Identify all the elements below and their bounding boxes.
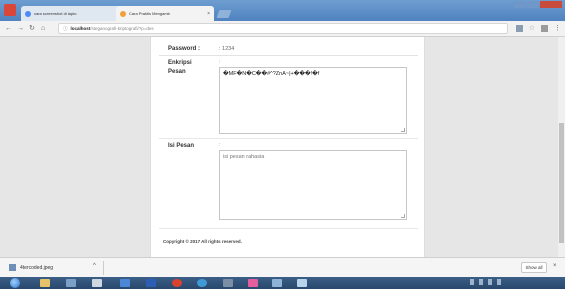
- scrollbar-thumb[interactable]: [559, 123, 564, 243]
- forward-arrow-icon[interactable]: →: [17, 24, 24, 33]
- home-icon[interactable]: ⌂: [41, 24, 45, 33]
- chrome-icon[interactable]: [197, 279, 207, 287]
- start-button-icon[interactable]: [10, 278, 20, 288]
- system-tray: [470, 279, 501, 285]
- extension-icon[interactable]: [515, 25, 523, 32]
- tab-close-icon[interactable]: ×: [207, 11, 210, 17]
- minimize-button[interactable]: [514, 1, 526, 8]
- download-options-icon[interactable]: ^: [93, 263, 96, 269]
- calculator-icon[interactable]: [92, 279, 102, 287]
- resize-handle-icon[interactable]: [401, 128, 405, 132]
- password-label: Password :: [168, 46, 201, 52]
- tab-screenshot[interactable]: cara screenshot di lapto ×: [21, 6, 124, 21]
- tab-title: Cara Praktis Mengamb: [129, 11, 170, 16]
- copyright-text: Copyright © 2017 All rights reserved.: [163, 239, 242, 244]
- encrypted-text: �MF�N�C��#^?ZnA~|+���!�f: [223, 71, 320, 77]
- network-icon[interactable]: [488, 279, 492, 285]
- password-row: Password : : 1234: [159, 40, 418, 56]
- isi-colon: :: [219, 142, 221, 148]
- maximize-button[interactable]: [527, 1, 539, 8]
- menu-dots-icon[interactable]: ⋮: [554, 25, 561, 32]
- enkripsi-colon: :: [219, 59, 221, 65]
- resize-handle-icon[interactable]: [401, 214, 405, 218]
- password-value: : 1234: [219, 46, 235, 52]
- message-textarea[interactable]: isi pesan rahasia: [219, 150, 407, 220]
- page-scrollbar[interactable]: [558, 37, 565, 257]
- browser-toolbar: ← → ↻ ⌂ ⓘ localhost/steganografi-kriptogr…: [0, 21, 565, 37]
- taskbar: [0, 277, 565, 289]
- divider: [159, 138, 418, 139]
- divider: [159, 228, 418, 229]
- enkripsi-label: Enkripsi Pesan: [168, 60, 192, 75]
- url-host: localhost: [70, 26, 91, 31]
- close-window-button[interactable]: [540, 1, 562, 8]
- divider: [103, 261, 104, 275]
- word-icon[interactable]: [146, 279, 156, 287]
- image-file-icon: [9, 264, 16, 271]
- app-icon[interactable]: [272, 279, 282, 287]
- tray-icon[interactable]: [470, 279, 474, 285]
- message-text: isi pesan rahasia: [223, 154, 265, 160]
- app-icon[interactable]: [223, 279, 233, 287]
- snipping-icon[interactable]: [297, 279, 307, 287]
- star-icon[interactable]: ☆: [529, 25, 535, 32]
- new-tab-button[interactable]: [216, 10, 232, 18]
- opera-icon[interactable]: [172, 279, 182, 287]
- page-viewport: Password : : 1234 Enkripsi Pesan : �MF�N…: [0, 37, 558, 257]
- des-form-card: Password : : 1234 Enkripsi Pesan : �MF�N…: [150, 37, 425, 257]
- download-file-name[interactable]: 4tercoded.jpeg: [20, 264, 53, 272]
- tab-favicon-icon: [25, 10, 31, 17]
- volume-icon[interactable]: [497, 279, 501, 285]
- explorer-icon[interactable]: [40, 279, 50, 287]
- paint-icon[interactable]: [248, 279, 258, 287]
- window-controls: [514, 1, 562, 8]
- show-all-button[interactable]: Show all: [521, 262, 547, 273]
- address-bar[interactable]: ⓘ localhost/steganografi-kriptografi/?p=d…: [58, 23, 508, 34]
- media-player-icon[interactable]: [66, 279, 76, 287]
- tab-favicon-icon: [120, 10, 126, 17]
- tab-strip: cara screenshot di lapto × Cara Praktis …: [0, 0, 565, 21]
- tab-title: cara screenshot di lapto: [34, 11, 77, 16]
- tray-icon[interactable]: [479, 279, 483, 285]
- isi-pesan-label: Isi Pesan: [168, 143, 195, 149]
- tab-mengambil[interactable]: Cara Praktis Mengamb ×: [116, 6, 214, 21]
- browser-menu-icon[interactable]: [4, 4, 16, 16]
- info-icon[interactable]: ⓘ: [63, 26, 68, 31]
- reload-icon[interactable]: ↻: [29, 24, 35, 33]
- cast-icon[interactable]: [541, 25, 548, 32]
- download-bar: 4tercoded.jpeg ^ Show all ×: [0, 257, 565, 277]
- close-download-bar-icon[interactable]: ×: [553, 263, 557, 269]
- browser-app-icon[interactable]: [120, 279, 130, 287]
- back-arrow-icon[interactable]: ←: [5, 24, 12, 33]
- url-path: /steganografi-kriptografi/?p=des: [90, 26, 154, 31]
- encrypted-message-textarea[interactable]: �MF�N�C��#^?ZnA~|+���!�f: [219, 67, 407, 134]
